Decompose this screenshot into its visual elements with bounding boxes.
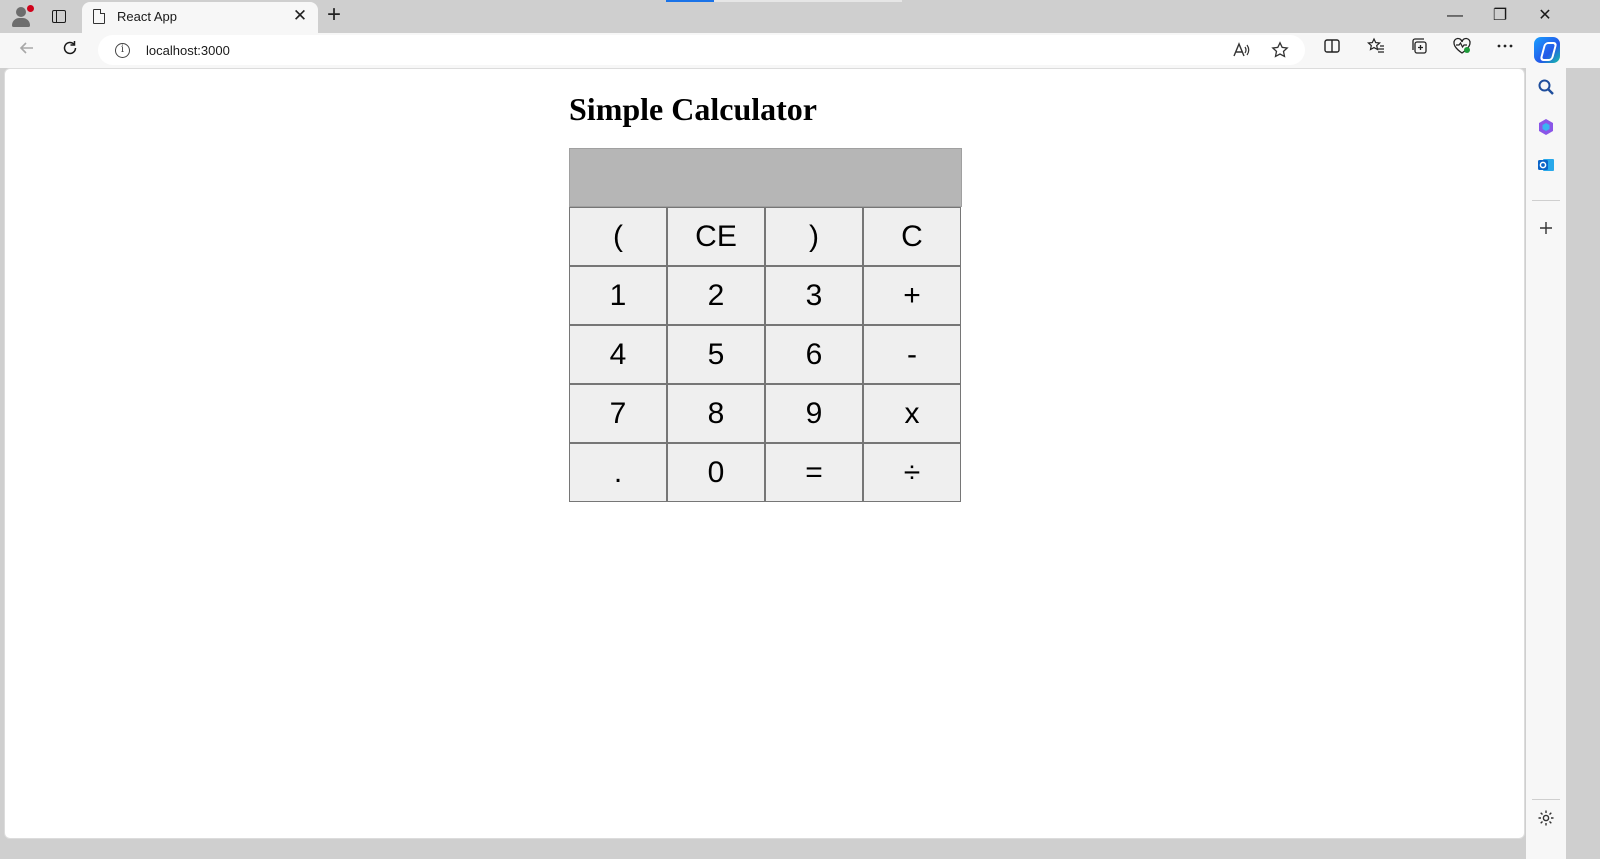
key-clear[interactable]: C (863, 207, 961, 266)
keypad: ( CE ) C 1 2 3 + 4 5 6 - 7 8 9 x . 0 = ÷ (569, 207, 962, 502)
tab-actions-icon[interactable] (48, 6, 70, 28)
key-divide[interactable]: ÷ (863, 443, 961, 502)
key-1[interactable]: 1 (569, 266, 667, 325)
key-3[interactable]: 3 (765, 266, 863, 325)
favorites-icon[interactable] (1362, 37, 1390, 65)
tab-strip: React App ✕ + — ❐ ✕ (0, 0, 1600, 33)
key-clear-entry[interactable]: CE (667, 207, 765, 266)
page-icon (93, 9, 105, 24)
address-bar[interactable]: i localhost:3000 (98, 35, 1305, 65)
key-minus[interactable]: - (863, 325, 961, 384)
key-close-paren[interactable]: ) (765, 207, 863, 266)
key-4[interactable]: 4 (569, 325, 667, 384)
close-window-button[interactable]: ✕ (1522, 0, 1568, 32)
split-screen-icon[interactable] (1318, 37, 1346, 65)
sidebar-divider (1532, 200, 1560, 201)
heart-pulse-icon[interactable] (1448, 37, 1476, 65)
plus-icon[interactable] (1534, 220, 1558, 244)
page-viewport: Simple Calculator ( CE ) C 1 2 3 + 4 5 6… (4, 68, 1525, 839)
key-open-paren[interactable]: ( (569, 207, 667, 266)
back-button[interactable] (13, 37, 41, 65)
minimize-button[interactable]: — (1432, 0, 1478, 32)
key-5[interactable]: 5 (667, 325, 765, 384)
key-9[interactable]: 9 (765, 384, 863, 443)
star-icon[interactable] (1270, 41, 1290, 61)
office-icon[interactable] (1534, 118, 1558, 142)
calculator-display (569, 148, 962, 207)
search-icon[interactable] (1534, 78, 1558, 102)
refresh-button[interactable] (56, 37, 84, 65)
page-title: Simple Calculator (569, 91, 817, 127)
key-0[interactable]: 0 (667, 443, 765, 502)
edge-sidebar (1526, 68, 1566, 859)
key-equals[interactable]: = (765, 443, 863, 502)
key-2[interactable]: 2 (667, 266, 765, 325)
new-tab-button[interactable]: + (322, 3, 346, 28)
key-plus[interactable]: + (863, 266, 961, 325)
settings-icon[interactable] (1534, 809, 1558, 833)
copilot-icon[interactable] (1534, 37, 1560, 63)
tab-close-button[interactable]: ✕ (290, 6, 310, 26)
key-6[interactable]: 6 (765, 325, 863, 384)
info-icon[interactable]: i (115, 43, 130, 58)
profile-avatar-icon[interactable] (10, 5, 34, 29)
collections-icon[interactable] (1405, 37, 1433, 65)
refresh-icon (63, 41, 77, 55)
key-7[interactable]: 7 (569, 384, 667, 443)
back-arrow-icon (19, 42, 33, 54)
read-aloud-icon[interactable] (1231, 41, 1251, 61)
key-multiply[interactable]: x (863, 384, 961, 443)
key-decimal[interactable]: . (569, 443, 667, 502)
address-toolbar: i localhost:3000 (0, 33, 1600, 68)
restore-button[interactable]: ❐ (1477, 0, 1523, 32)
key-8[interactable]: 8 (667, 384, 765, 443)
address-url[interactable]: localhost:3000 (146, 43, 230, 58)
more-icon[interactable] (1491, 37, 1519, 65)
calculator-app: Simple Calculator ( CE ) C 1 2 3 + 4 5 6… (569, 91, 962, 502)
notification-dot (27, 5, 34, 12)
loading-progress (666, 0, 902, 2)
outlook-icon[interactable] (1534, 156, 1558, 180)
tab-title: React App (117, 9, 177, 24)
tab-react-app[interactable]: React App ✕ (82, 2, 318, 33)
sidebar-divider-bottom (1532, 799, 1560, 800)
